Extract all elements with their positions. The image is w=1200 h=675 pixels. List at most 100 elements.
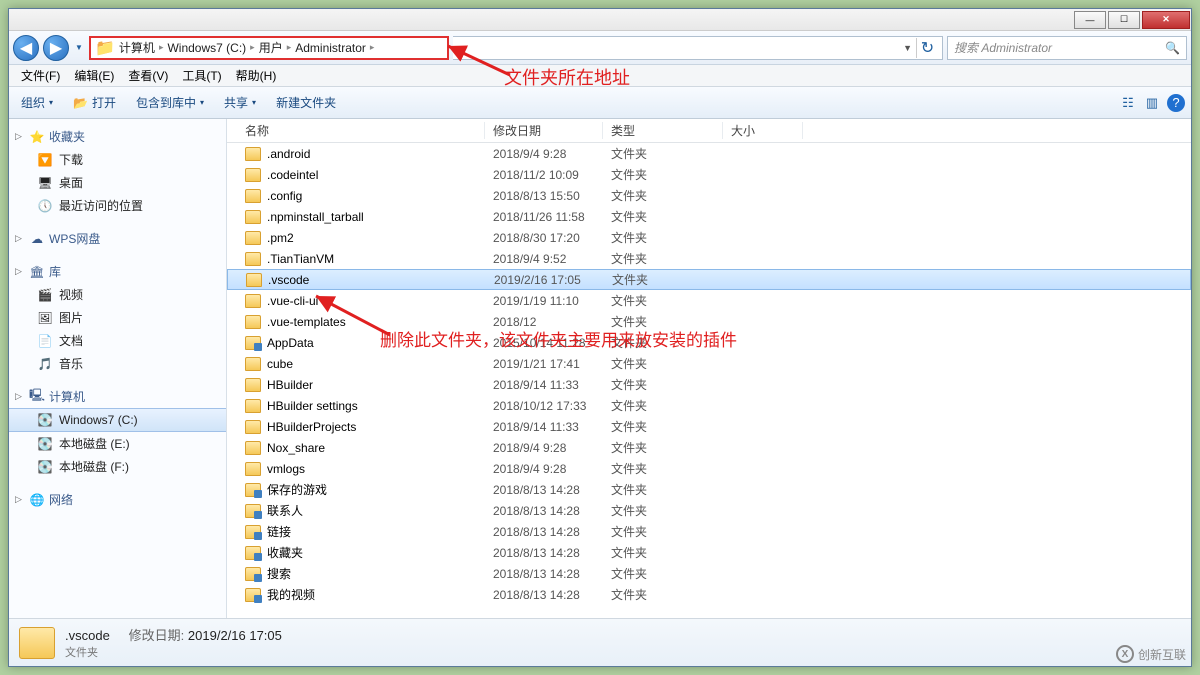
help-button[interactable]: ? [1167,94,1185,112]
search-icon[interactable]: 🔍 [1165,41,1180,55]
file-row[interactable]: .codeintel2018/11/2 10:09文件夹 [227,164,1191,185]
details-meta-label: 修改日期: [129,628,185,643]
file-name: 搜索 [267,565,291,582]
breadcrumb-sep: ▸ [287,42,292,53]
maximize-button[interactable]: ☐ [1108,11,1140,29]
col-size[interactable]: 大小 [723,122,803,139]
organize-button[interactable]: 组织▾ [15,91,59,114]
column-header: 名称 修改日期 类型 大小 [227,119,1191,143]
col-name[interactable]: 名称 [237,122,485,139]
file-type: 文件夹 [603,313,723,330]
sidebar-item-videos[interactable]: 🎬视频 [9,283,226,306]
menu-help[interactable]: 帮助(H) [230,65,283,86]
file-row[interactable]: HBuilder settings2018/10/12 17:33文件夹 [227,395,1191,416]
close-button[interactable]: ✕ [1142,11,1190,29]
breadcrumb-sep: ▸ [250,42,255,53]
sidebar-item-pictures[interactable]: 🖼图片 [9,306,226,329]
breadcrumb-item[interactable]: 计算机 [119,39,155,56]
file-row[interactable]: vmlogs2018/9/4 9:28文件夹 [227,458,1191,479]
sidebar-item-downloads[interactable]: 🔽下载 [9,148,226,171]
sidebar-wps[interactable]: ▷☁WPS网盘 [9,227,226,250]
breadcrumb-item[interactable]: Administrator [295,41,366,55]
folder-icon [245,357,261,371]
sidebar-item-drive-e[interactable]: 💽本地磁盘 (E:) [9,432,226,455]
nav-history-dropdown[interactable]: ▼ [73,35,85,61]
file-row[interactable]: 我的视频 2018/8/13 14:28文件夹 [227,584,1191,605]
file-row[interactable]: .config2018/8/13 15:50文件夹 [227,185,1191,206]
search-placeholder: 搜索 Administrator [954,39,1052,56]
sidebar-network[interactable]: ▷🌐网络 [9,488,226,511]
menu-edit[interactable]: 编辑(E) [68,65,120,86]
folder-icon [245,504,261,518]
file-type: 文件夹 [603,586,723,603]
expand-icon: ▷ [15,233,25,244]
watermark: X 创新互联 [1116,645,1186,663]
menu-tools[interactable]: 工具(T) [176,65,227,86]
explorer-window: — ☐ ✕ ◀ ▶ ▼ 📁 计算机 ▸ Windows7 (C:) ▸ 用户 ▸ Ad… [8,8,1192,667]
breadcrumb-item[interactable]: 用户 [259,39,283,56]
menu-file[interactable]: 文件(F) [15,65,66,86]
file-date: 2018/9/4 9:28 [485,441,603,455]
file-row[interactable]: 收藏夹2018/8/13 14:28文件夹 [227,542,1191,563]
sidebar-favorites[interactable]: ▷⭐收藏夹 [9,125,226,148]
file-row[interactable]: .npminstall_tarball2018/11/26 11:58文件夹 [227,206,1191,227]
nav-back-button[interactable]: ◀ [13,35,39,61]
col-type[interactable]: 类型 [603,122,723,139]
file-row[interactable]: 链接2018/8/13 14:28文件夹 [227,521,1191,542]
file-row[interactable]: .vue-templates2018/12文件夹 [227,311,1191,332]
file-row[interactable]: .pm22018/8/30 17:20文件夹 [227,227,1191,248]
drive-icon: 💽 [37,436,53,452]
file-row[interactable]: Nox_share2018/9/4 9:28文件夹 [227,437,1191,458]
file-row[interactable]: .TianTianVM2018/9/4 9:52文件夹 [227,248,1191,269]
file-name: .npminstall_tarball [267,210,364,224]
sidebar-item-drive-f[interactable]: 💽本地磁盘 (F:) [9,455,226,478]
open-button[interactable]: 📂打开 [67,91,122,114]
file-list[interactable]: .android2018/9/4 9:28文件夹.codeintel2018/1… [227,143,1191,618]
file-row[interactable]: .android2018/9/4 9:28文件夹 [227,143,1191,164]
include-button[interactable]: 包含到库中▾ [130,91,210,114]
picture-icon: 🖼 [37,310,53,326]
sidebar: ▷⭐收藏夹 🔽下载 🖥桌面 🕔最近访问的位置 ▷☁WPS网盘 ▷🏛库 🎬视频 🖼… [9,119,227,618]
folder-icon: 📁 [95,38,115,58]
nav-forward-button[interactable]: ▶ [43,35,69,61]
newfolder-button[interactable]: 新建文件夹 [270,91,342,114]
sidebar-computer[interactable]: ▷🖳计算机 [9,385,226,408]
folder-icon [19,627,55,659]
sidebar-libraries[interactable]: ▷🏛库 [9,260,226,283]
file-row[interactable]: 保存的游戏2018/8/13 14:28文件夹 [227,479,1191,500]
file-date: 2018/8/13 14:28 [485,588,603,602]
drive-icon: 💽 [37,459,53,475]
expand-icon: ▷ [15,131,25,142]
file-row[interactable]: 联系人2018/8/13 14:28文件夹 [227,500,1191,521]
col-date[interactable]: 修改日期 [485,122,603,139]
share-button[interactable]: 共享▾ [218,91,262,114]
preview-pane-button[interactable]: ▥ [1143,94,1161,112]
file-name: 我的视频 [267,586,315,603]
address-dropdown[interactable]: ▼ [899,43,916,53]
sidebar-item-documents[interactable]: 📄文档 [9,329,226,352]
sidebar-item-drive-c[interactable]: 💽Windows7 (C:) [9,408,226,432]
file-date: 2019/2/16 17:05 [486,273,604,287]
file-row[interactable]: HBuilderProjects2018/9/14 11:33文件夹 [227,416,1191,437]
expand-icon: ▷ [15,391,25,402]
file-row[interactable]: 搜索2018/8/13 14:28文件夹 [227,563,1191,584]
minimize-button[interactable]: — [1074,11,1106,29]
file-date: 2018/9/14 11:33 [485,378,603,392]
menu-view[interactable]: 查看(V) [122,65,174,86]
search-input[interactable]: 搜索 Administrator 🔍 [947,36,1187,60]
file-row[interactable]: cube2019/1/21 17:41文件夹 [227,353,1191,374]
sidebar-item-recent[interactable]: 🕔最近访问的位置 [9,194,226,217]
file-row[interactable]: HBuilder2018/9/14 11:33文件夹 [227,374,1191,395]
file-row[interactable]: AppData2015/10/14 11:28文件夹 [227,332,1191,353]
file-row[interactable]: .vue-cli-ui2019/1/19 11:10文件夹 [227,290,1191,311]
file-name: .config [267,189,302,203]
breadcrumb-item[interactable]: Windows7 (C:) [167,41,246,55]
file-name: 链接 [267,523,291,540]
view-mode-button[interactable]: ☷ [1119,94,1137,112]
sidebar-item-music[interactable]: 🎵音乐 [9,352,226,375]
file-row[interactable]: .vscode2019/2/16 17:05文件夹 [227,269,1191,290]
refresh-button[interactable]: ↻ [916,38,938,58]
address-bar[interactable]: 📁 计算机▸ Windows7 (C:)▸ 用户▸ Administrator▸ [89,36,449,60]
breadcrumb-sep: ▸ [370,42,375,53]
sidebar-item-desktop[interactable]: 🖥桌面 [9,171,226,194]
